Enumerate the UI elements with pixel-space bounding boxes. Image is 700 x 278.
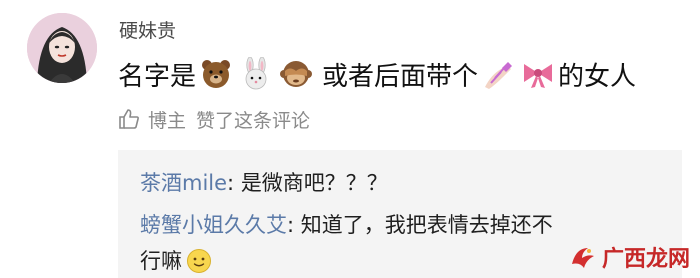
reply-text-continued: 行嘛	[140, 242, 212, 278]
comment-text-part-1: 名字是	[118, 61, 197, 92]
watermark-text: 广西龙网	[601, 247, 690, 272]
bear-emoji	[199, 57, 233, 91]
reply-separator: :	[227, 171, 241, 195]
reply-item: 螃蟹小姐久久艾: 知道了，我把表情去掉还不	[140, 206, 553, 244]
avatar-illustration	[27, 13, 97, 83]
thumbs-up-icon[interactable]	[118, 108, 140, 130]
watermark: 广西龙网	[568, 240, 690, 274]
ribbon-emoji	[521, 57, 555, 91]
author-tag: 博主	[148, 109, 187, 132]
reply-text: 是微商吧？？？	[240, 171, 388, 195]
comment-username[interactable]: 硬妹贵	[119, 16, 176, 43]
nail-polish-emoji	[481, 57, 515, 91]
avatar[interactable]	[27, 13, 97, 83]
reply-separator: :	[287, 213, 301, 237]
see-no-evil-monkey-emoji	[279, 57, 313, 91]
comment-text: 名字是 或者后面带个 的女人	[118, 54, 636, 94]
watermark-logo-icon	[568, 242, 598, 272]
reply-username[interactable]: 茶酒mile	[140, 171, 227, 195]
slightly-smiling-face-emoji	[186, 248, 212, 274]
comment-meta: 博主 赞了这条评论	[118, 106, 310, 132]
comment-text-part-3: 的女人	[558, 61, 637, 92]
reply-text-cont: 行嘛	[140, 249, 182, 273]
reply-item: 茶酒mile: 是微商吧？？？	[140, 164, 388, 202]
reply-username[interactable]: 螃蟹小姐久久艾	[140, 213, 287, 237]
liked-text: 赞了这条评论	[196, 109, 311, 132]
comment-text-part-2: 或者后面带个	[322, 61, 479, 92]
reply-text: 知道了，我把表情去掉还不	[300, 213, 553, 237]
rabbit-emoji	[239, 57, 273, 91]
